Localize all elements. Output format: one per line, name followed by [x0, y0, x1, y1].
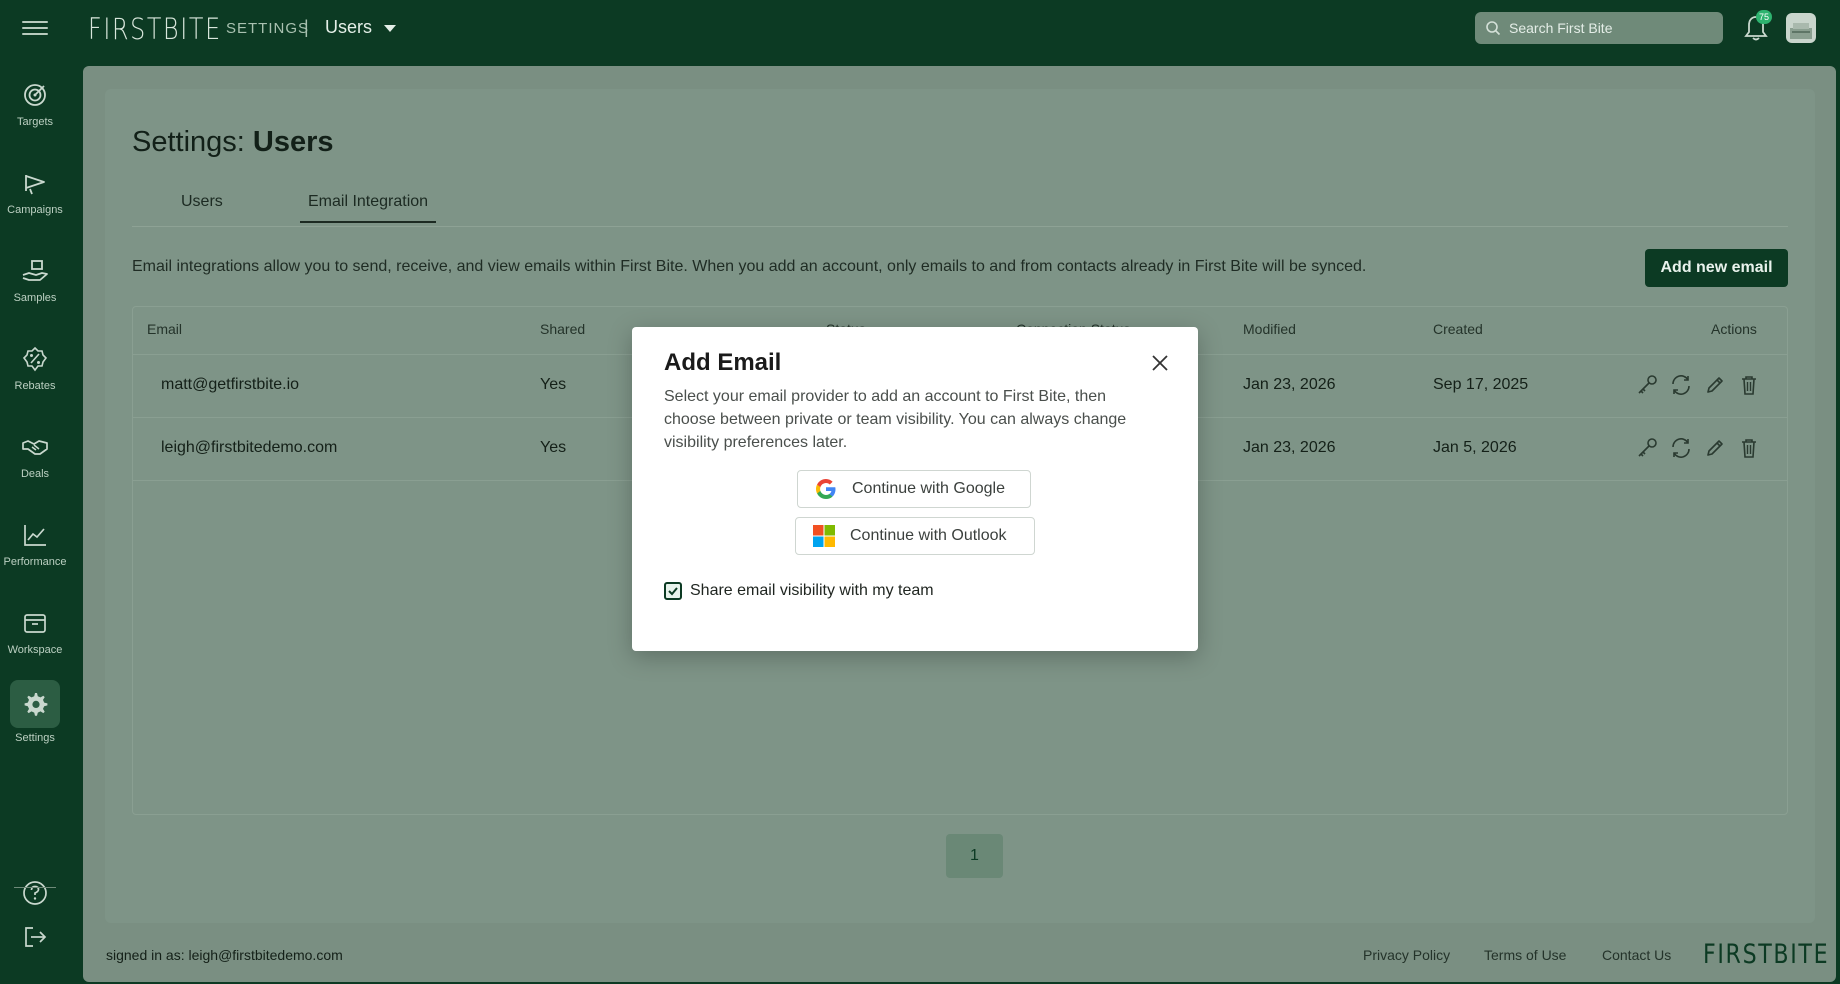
row-actions — [1635, 436, 1761, 460]
sync-icon[interactable] — [1669, 373, 1693, 397]
share-visibility-option[interactable]: Share email visibility with my team — [664, 582, 934, 600]
sidebar-divider — [14, 887, 56, 888]
handshake-icon — [22, 440, 48, 455]
tab-email-integration[interactable]: Email Integration — [300, 193, 437, 223]
gear-icon — [24, 693, 48, 716]
sidebar-item-label: Workspace — [7, 644, 63, 656]
search-input[interactable] — [1509, 20, 1709, 36]
sidebar-item-campaigns[interactable]: Campaigns — [0, 160, 70, 240]
sidebar-item-settings[interactable]: Settings — [0, 680, 70, 760]
cell-modified: Jan 23, 2026 — [1243, 439, 1336, 456]
signed-in-label: signed in as: — [106, 947, 189, 963]
help-circle-icon[interactable] — [21, 879, 49, 907]
contact-us-link[interactable]: Contact Us — [1602, 947, 1671, 963]
add-email-modal: Add Email Select your email provider to … — [632, 327, 1198, 651]
sidebar-item-label: Settings — [15, 732, 55, 744]
page-title: Settings: Users — [132, 126, 334, 159]
signed-in-status: signed in as: leigh@firstbitedemo.com — [106, 947, 343, 963]
app-logo[interactable]: FIRSTBITE — [88, 12, 222, 46]
menu-icon[interactable] — [22, 17, 48, 39]
page-title-bold: Users — [252, 126, 334, 158]
key-icon[interactable] — [1635, 436, 1659, 460]
target-icon — [24, 84, 46, 106]
chevron-down-icon — [384, 25, 397, 32]
col-actions: Actions — [1711, 321, 1757, 337]
col-shared[interactable]: Shared — [540, 321, 585, 337]
footer-logo: FIRSTBITE — [1703, 939, 1830, 970]
sidebar-item-samples[interactable]: Samples — [0, 248, 70, 328]
notification-badge: 75 — [1756, 10, 1772, 24]
trash-icon[interactable] — [1737, 436, 1761, 460]
col-created[interactable]: Created — [1433, 321, 1483, 337]
logout-icon[interactable] — [21, 923, 49, 951]
modal-description: Select your email provider to add an acc… — [664, 388, 1127, 451]
close-icon[interactable] — [1150, 353, 1170, 373]
sidebar-item-label: Rebates — [14, 380, 56, 392]
cell-modified: Jan 23, 2026 — [1243, 376, 1336, 393]
continue-with-google-button[interactable]: Continue with Google — [797, 470, 1031, 508]
key-icon[interactable] — [1635, 373, 1659, 397]
modal-title: Add Email — [664, 349, 782, 376]
sidebar-item-label: Campaigns — [7, 204, 63, 216]
microsoft-icon — [813, 525, 835, 547]
percent-badge-icon — [22, 346, 48, 372]
row-actions — [1635, 373, 1761, 397]
intro-text: Email integrations allow you to send, re… — [132, 258, 1367, 275]
pencil-icon[interactable] — [1703, 436, 1727, 460]
megaphone-icon — [25, 175, 45, 195]
chart-line-icon — [24, 525, 46, 546]
sidebar-item-performance[interactable]: Performance — [0, 512, 70, 592]
share-visibility-label: Share email visibility with my team — [690, 582, 934, 599]
top-bar: FIRSTBITE SETTINGS | Users 75 — [0, 0, 1840, 56]
sidebar-item-deals[interactable]: Deals — [0, 424, 70, 504]
breadcrumb-separator: | — [304, 17, 309, 37]
breadcrumb-current: Users — [325, 17, 373, 37]
avatar[interactable] — [1786, 13, 1816, 43]
col-email[interactable]: Email — [147, 321, 182, 337]
page-title-prefix: Settings: — [132, 126, 253, 158]
sync-icon[interactable] — [1669, 436, 1693, 460]
google-icon — [816, 479, 836, 499]
tab-bar: Users Email Integration — [132, 193, 1788, 227]
search-icon — [1486, 21, 1501, 36]
sidebar-item-label: Samples — [13, 292, 57, 304]
share-visibility-checkbox[interactable] — [664, 582, 682, 600]
sidebar: Targets Campaigns Samples Rebates Deals … — [0, 56, 70, 984]
privacy-policy-link[interactable]: Privacy Policy — [1363, 947, 1450, 963]
hand-box-icon — [22, 260, 48, 281]
google-button-label: Continue with Google — [852, 480, 1005, 497]
pencil-icon[interactable] — [1703, 373, 1727, 397]
cell-shared: Yes — [540, 439, 567, 456]
cell-shared: Yes — [540, 376, 567, 393]
sidebar-item-label: Performance — [3, 556, 67, 568]
breadcrumb-dropdown[interactable]: Users — [325, 17, 397, 38]
cell-created: Sep 17, 2025 — [1433, 376, 1529, 393]
pagination-page[interactable]: 1 — [946, 834, 1003, 878]
sidebar-item-rebates[interactable]: Rebates — [0, 336, 70, 416]
active-indicator — [10, 680, 60, 728]
tab-users[interactable]: Users — [173, 193, 231, 221]
search-box[interactable] — [1475, 12, 1723, 44]
archive-box-icon — [24, 614, 46, 633]
terms-of-use-link[interactable]: Terms of Use — [1484, 947, 1566, 963]
checkmark-icon — [668, 587, 678, 596]
col-modified[interactable]: Modified — [1243, 321, 1296, 337]
cell-created: Jan 5, 2026 — [1433, 439, 1517, 456]
trash-icon[interactable] — [1737, 373, 1761, 397]
sidebar-item-workspace[interactable]: Workspace — [0, 600, 70, 680]
sidebar-item-targets[interactable]: Targets — [0, 72, 70, 152]
add-new-email-button[interactable]: Add new email — [1645, 249, 1788, 287]
signed-in-email: leigh@firstbitedemo.com — [188, 947, 343, 963]
sidebar-item-label: Targets — [16, 116, 54, 128]
breadcrumb-section: SETTINGS — [226, 20, 310, 37]
cell-email: leigh@firstbitedemo.com — [161, 439, 338, 456]
cell-email: matt@getfirstbite.io — [161, 376, 300, 393]
sidebar-item-label: Deals — [20, 468, 50, 480]
continue-with-outlook-button[interactable]: Continue with Outlook — [795, 517, 1035, 555]
outlook-button-label: Continue with Outlook — [850, 527, 1007, 544]
